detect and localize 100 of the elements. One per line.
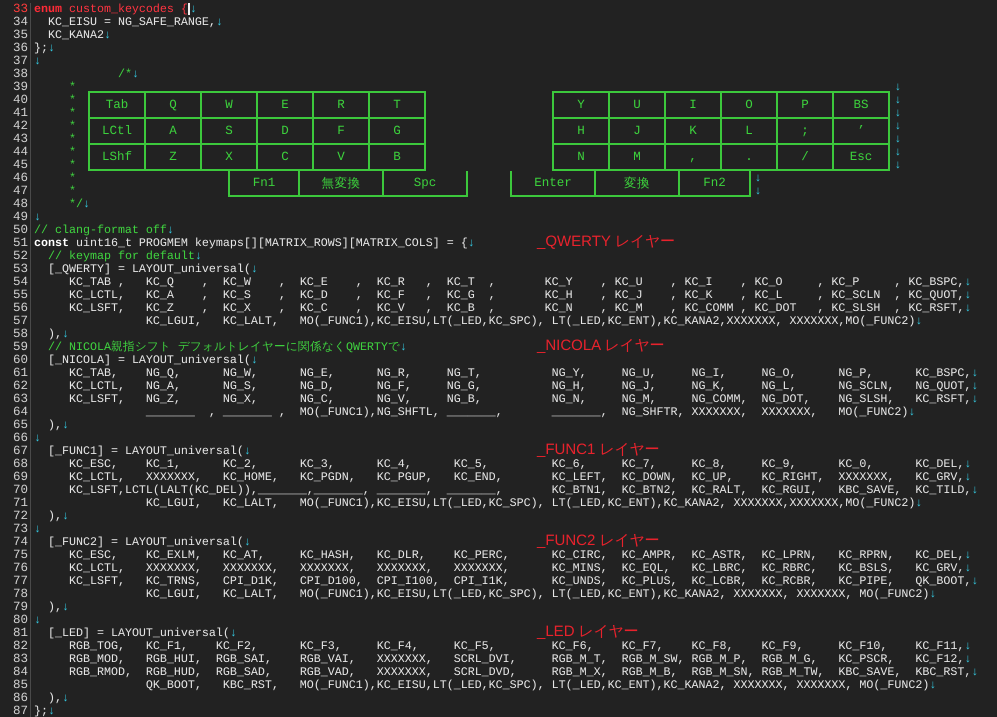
code-line: // clang-format off — [34, 224, 167, 237]
code-line: KC_KANA2 — [48, 29, 104, 42]
line-number: 40 — [0, 94, 31, 107]
code-line: KC_TAB, NG_Q, NG_W, NG_E, NG_R, NG_T, NG_Y, NG_U, NG_I, NG_O, NG_P, KC_BSPC, — [68, 367, 972, 380]
key-cell: K — [666, 119, 722, 145]
key-cell: X — [202, 145, 258, 171]
line-number: 64 — [0, 406, 31, 419]
line-number: 55 — [0, 289, 31, 302]
key-cell: G — [370, 119, 426, 145]
code-line: _______ , _______ , MO(_FUNC1),NG_SHFTL, _______, _______, NG_SHFTR, XXXXXXX, XXXXXXX, MO(_FUNC2) — [146, 406, 908, 419]
line-break-mark: ↓ — [964, 640, 972, 653]
key-cell: V — [314, 145, 370, 171]
line-break-mark: ↓ — [62, 601, 69, 614]
code-line: }; — [34, 42, 48, 55]
annotation-label: _LED レイヤー — [537, 623, 639, 641]
line-break-mark: ↓ — [964, 276, 972, 289]
line-break-mark: ↓ — [250, 354, 258, 367]
code-line: * — [68, 185, 76, 198]
line-break-mark: ↓ — [62, 328, 69, 341]
line-number: 48 — [0, 198, 31, 211]
line-break-mark: ↓ — [230, 627, 237, 640]
code-line: ), — [48, 328, 62, 341]
code-line: const uint16_t PROGMEM keymaps[][MATRIX_ROWS][MATRIX_COLS] = { — [34, 237, 468, 250]
key-cell: Tab — [90, 93, 146, 119]
code-line: * — [68, 94, 76, 107]
key-cell: A — [146, 119, 202, 145]
line-number: 82 — [0, 640, 31, 653]
line-break-mark: ↓ — [754, 172, 762, 185]
line-number: 61 — [0, 367, 31, 380]
line-number: 68 — [0, 458, 31, 471]
key-cell: N — [554, 145, 610, 171]
line-break-mark: ↓ — [400, 341, 407, 354]
code-line: [_FUNC2] = LAYOUT_universal( — [48, 536, 244, 549]
line-break-mark: ↓ — [894, 81, 902, 94]
code-line: KC_LCTL, XXXXXXX, XXXXXXX, XXXXXXX, XXXXXXX, XXXXXXX, KC_MINS, KC_EQL, KC_LBRC, KC_RBRC, KC_BSLS, KC_GRV, — [68, 562, 964, 575]
line-number: 56 — [0, 302, 31, 315]
line-number: 35 — [0, 29, 31, 42]
key-cell: , — [666, 145, 722, 171]
code-line: RGB_RMOD, RGB_HUD, RGB_SAD, RGB_VAD, XXXXXXX, SCRL_DVD, RGB_M_X, RGB_M_B, RGB_M_SN, RGB_M_TW, KBC_SAVE, KBC_RST, — [68, 666, 972, 679]
code-line: * — [68, 133, 76, 146]
line-break-mark: ↓ — [34, 432, 41, 445]
code-line: * — [68, 120, 76, 133]
line-number: 72 — [0, 510, 31, 523]
text-cursor — [188, 3, 190, 15]
line-break-mark: ↓ — [244, 536, 251, 549]
line-number: 79 — [0, 601, 31, 614]
code-line: [_FUNC1] = LAYOUT_universal( — [48, 445, 244, 458]
code-line: KC_LSFT, NG_Z, NG_X, NG_C, NG_V, NG_B, NG_N, NG_M, NG_COMM, NG_DOT, NG_SLSH, KC_RSFT, — [68, 393, 972, 406]
line-break-mark: ↓ — [971, 484, 978, 497]
line-number: 63 — [0, 393, 31, 406]
line-break-mark: ↓ — [34, 211, 41, 224]
code-line: ), — [48, 510, 62, 523]
line-number: 75 — [0, 549, 31, 562]
key-cell: 無変換 — [300, 171, 384, 197]
line-break-mark: ↓ — [62, 419, 69, 432]
line-break-mark: ↓ — [971, 575, 978, 588]
code-line: ), — [48, 601, 62, 614]
line-number: 87 — [0, 705, 31, 717]
line-number: 34 — [0, 16, 31, 29]
code-line: * — [68, 159, 76, 172]
line-number: 84 — [0, 666, 31, 679]
line-break-mark: ↓ — [964, 302, 972, 315]
line-number: 45 — [0, 159, 31, 172]
key-cell: Fn1 — [230, 171, 300, 197]
line-break-mark: ↓ — [894, 120, 902, 133]
code-line: RGB_MOD, RGB_HUI, RGB_SAI, RGB_VAI, XXXXXXX, SCRL_DVI, RGB_M_T, RGB_M_SW, RGB_M_P, RGB_M_G, KC_PSCR, KC_F12, — [68, 653, 964, 666]
code-line: */ — [68, 198, 83, 211]
line-break-mark: ↓ — [34, 55, 41, 68]
key-cell: Esc — [834, 145, 890, 171]
key-cell: O — [722, 93, 778, 119]
key-cell: ’ — [834, 119, 890, 145]
key-cell: W — [202, 93, 258, 119]
line-number: 42 — [0, 120, 31, 133]
line-break-mark: ↓ — [964, 562, 972, 575]
key-cell: J — [610, 119, 666, 145]
key-cell: D — [258, 119, 314, 145]
key-cell: S — [202, 119, 258, 145]
code-line: [_NICOLA] = LAYOUT_universal( — [48, 354, 251, 367]
line-number: 69 — [0, 471, 31, 484]
line-break-mark: ↓ — [894, 133, 902, 146]
code-line: KC_LCTL, NG_A, NG_S, NG_D, NG_F, NG_G, NG_H, NG_J, NG_K, NG_L, NG_SCLN, NG_QUOT, — [68, 380, 972, 393]
line-break-mark: ↓ — [48, 42, 55, 55]
line-break-mark: ↓ — [908, 406, 916, 419]
line-break-mark: ↓ — [915, 315, 922, 328]
line-break-mark: ↓ — [971, 380, 978, 393]
line-number: 81 — [0, 627, 31, 640]
line-number: 53 — [0, 263, 31, 276]
annotation-label: _FUNC1 レイヤー — [537, 441, 660, 459]
line-break-mark: ↓ — [190, 3, 197, 16]
code-line: [_QWERTY] = LAYOUT_universal( — [48, 263, 251, 276]
code-line: /* — [118, 68, 132, 81]
line-break-mark: ↓ — [894, 107, 902, 120]
key-cell: U — [610, 93, 666, 119]
line-number: 86 — [0, 692, 31, 705]
code-line: KC_LCTL, KC_A , KC_S , KC_D , KC_F , KC_G , KC_H , KC_J , KC_K , KC_L , KC_SCLN , KC_QUOT, — [68, 289, 964, 302]
code-line: KC_TAB , KC_Q , KC_W , KC_E , KC_R , KC_T , KC_Y , KC_U , KC_I , KC_O , KC_P , KC_BSPC, — [68, 276, 964, 289]
key-cell: BS — [834, 93, 890, 119]
code-line: KC_LSFT,LCTL(LALT(KC_DEL)),_______,_______, _______, _______, KC_BTN1, KC_BTN2, KC_RALT, KC_RGUI, KBC_SAVE, KC_TILD, — [68, 484, 972, 497]
line-number: 62 — [0, 380, 31, 393]
line-break-mark: ↓ — [754, 185, 762, 198]
